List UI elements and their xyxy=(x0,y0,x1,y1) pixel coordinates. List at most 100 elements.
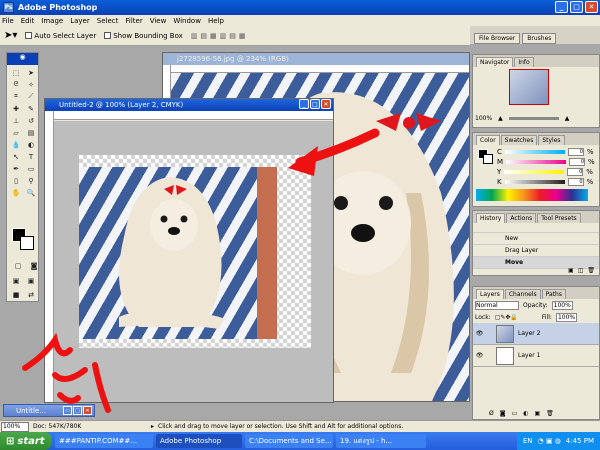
maximize-icon[interactable]: □ xyxy=(310,99,320,109)
imageready-icon[interactable]: ⇄ xyxy=(24,289,38,300)
auto-select-checkbox[interactable]: Auto Select Layer xyxy=(25,32,96,40)
blend-mode-select[interactable]: Normal xyxy=(475,300,519,310)
zoom-tool-icon[interactable]: 🔍 xyxy=(24,187,38,198)
quick-mask-icon[interactable]: ◙ xyxy=(27,260,41,271)
lock-icons[interactable]: ▢✎✥🔒 xyxy=(495,314,518,321)
eye-icon[interactable]: 👁 xyxy=(473,352,486,359)
tab-history[interactable]: History xyxy=(476,213,506,223)
new-document-icon[interactable]: ▣ xyxy=(568,267,574,274)
menu-window[interactable]: Window xyxy=(173,17,201,25)
fill-field[interactable]: 100% xyxy=(555,312,578,322)
taskbar-item-browser[interactable]: ###PANTIP.COM##... xyxy=(55,434,153,448)
new-layer-icon[interactable]: ▣ xyxy=(534,410,540,417)
navigator-thumbnail[interactable] xyxy=(509,69,549,105)
slider-y[interactable]: Y 0 % xyxy=(473,167,599,177)
screen-mode-standard-icon[interactable]: ▣ xyxy=(9,275,23,286)
trash-icon[interactable]: 🗑 xyxy=(587,267,595,274)
slice-tool-icon[interactable]: ⟋ xyxy=(24,91,38,102)
menu-filter[interactable]: Filter xyxy=(125,17,142,25)
tray-icons[interactable]: ◔ ▣ ◍ xyxy=(538,437,561,445)
minimize-icon[interactable]: _ xyxy=(555,1,568,13)
move-tool-icon[interactable]: ➤ xyxy=(24,67,38,78)
history-item[interactable]: Drag Layer xyxy=(473,245,599,257)
pen-tool-icon[interactable]: ✒ xyxy=(9,163,23,174)
move-tool-preset-icon[interactable]: ➤▾ xyxy=(4,30,17,41)
history-item[interactable]: New xyxy=(473,233,599,245)
standard-mode-icon[interactable]: ▢ xyxy=(11,260,25,271)
dodge-tool-icon[interactable]: ◐ xyxy=(24,139,38,150)
notes-tool-icon[interactable]: ▯ xyxy=(9,175,23,186)
close-icon[interactable]: ✕ xyxy=(585,1,598,13)
healing-brush-tool-icon[interactable]: ✚ xyxy=(9,103,23,114)
align-buttons[interactable]: ▥▤▦▥▤▦ xyxy=(191,32,249,40)
language-indicator[interactable]: EN xyxy=(523,437,533,445)
restore-icon[interactable]: ▭ xyxy=(63,406,72,415)
eye-icon[interactable]: 👁 xyxy=(473,330,486,337)
delete-layer-icon[interactable]: 🗑 xyxy=(546,410,554,417)
menu-file[interactable]: File xyxy=(2,17,14,25)
shape-tool-icon[interactable]: ▭ xyxy=(24,163,38,174)
adjustment-layer-icon[interactable]: ◐ xyxy=(523,410,528,417)
layer-mask-icon[interactable]: ◙ xyxy=(500,410,506,417)
document-title-bar[interactable]: j2728596-56.jpg @ 234% (RGB) xyxy=(163,53,469,65)
dog-photo-layer[interactable] xyxy=(79,167,277,339)
hand-tool-icon[interactable]: ✋ xyxy=(9,187,23,198)
screen-mode-black-icon[interactable]: ■ xyxy=(9,289,23,300)
menu-edit[interactable]: Edit xyxy=(21,17,35,25)
taskbar-item-photoshop[interactable]: Adobe Photoshop xyxy=(156,434,242,448)
tab-brushes[interactable]: Brushes xyxy=(522,33,557,44)
clone-stamp-tool-icon[interactable]: ⊥ xyxy=(9,115,23,126)
tab-tool-presets[interactable]: Tool Presets xyxy=(537,213,581,223)
slider-k[interactable]: K 0 % xyxy=(473,177,599,187)
path-selection-tool-icon[interactable]: ↖ xyxy=(9,151,23,162)
eyedropper-tool-icon[interactable]: ⚲ xyxy=(24,175,38,186)
tab-paths[interactable]: Paths xyxy=(541,289,566,299)
start-button[interactable]: ⊞ start xyxy=(0,432,52,450)
blur-tool-icon[interactable]: 💧 xyxy=(9,139,23,150)
status-arrow-icon[interactable]: ▸ xyxy=(151,423,154,430)
taskbar-item-explorer[interactable]: C:\Documents and Se... xyxy=(245,434,333,448)
type-tool-icon[interactable]: T xyxy=(24,151,38,162)
marquee-tool-icon[interactable]: ⬚ xyxy=(9,67,23,78)
opacity-field[interactable]: 100% xyxy=(551,300,573,310)
document-window-untitled-2[interactable]: Untitled-2 @ 100% (Layer 2, CMYK) _ □ ✕ xyxy=(44,98,334,403)
tab-layers[interactable]: Layers xyxy=(476,289,504,299)
lasso-tool-icon[interactable]: ᘓ xyxy=(9,79,23,90)
brush-tool-icon[interactable]: ✎ xyxy=(24,103,38,114)
menu-help[interactable]: Help xyxy=(208,17,224,25)
magic-wand-tool-icon[interactable]: ✧ xyxy=(24,79,38,90)
status-zoom-field[interactable]: 100% xyxy=(1,421,29,432)
tab-color[interactable]: Color xyxy=(476,135,500,145)
tab-info[interactable]: Info xyxy=(514,57,534,67)
menu-layer[interactable]: Layer xyxy=(70,17,90,25)
clock[interactable]: 4:45 PM xyxy=(566,437,594,445)
navigator-zoom[interactable]: 100% xyxy=(475,115,492,122)
color-bg-swatch[interactable] xyxy=(483,154,493,164)
history-brush-tool-icon[interactable]: ↺ xyxy=(24,115,38,126)
eraser-tool-icon[interactable]: ▱ xyxy=(9,127,23,138)
close-icon[interactable]: ✕ xyxy=(83,406,92,415)
new-snapshot-icon[interactable]: ◫ xyxy=(578,267,584,274)
taskbar-item-thai-page[interactable]: 19. แต่งรูป - h... xyxy=(336,434,426,448)
color-ramp[interactable] xyxy=(476,189,588,201)
background-color-swatch[interactable] xyxy=(20,236,34,250)
tab-swatches[interactable]: Swatches xyxy=(500,135,538,145)
layer-set-icon[interactable]: ▭ xyxy=(512,410,518,417)
gradient-tool-icon[interactable]: ▤ xyxy=(24,127,38,138)
status-doc-size[interactable]: Doc: 547K/780K xyxy=(33,423,151,430)
screen-mode-full-icon[interactable]: ▣ xyxy=(24,275,38,286)
tab-actions[interactable]: Actions xyxy=(506,213,537,223)
layer-row-layer-1[interactable]: 👁 Layer 1 xyxy=(473,345,599,367)
layer-style-icon[interactable]: Ø xyxy=(489,410,494,417)
history-snapshot[interactable] xyxy=(473,223,599,233)
layer-row-layer-2[interactable]: 👁 Layer 2 xyxy=(473,323,599,345)
document-title-bar-active[interactable]: Untitled-2 @ 100% (Layer 2, CMYK) _ □ ✕ xyxy=(45,99,333,111)
minimize-icon[interactable]: _ xyxy=(299,99,309,109)
minimized-document[interactable]: Untitle... ▭ □ ✕ xyxy=(3,404,95,417)
tab-file-browser[interactable]: File Browser xyxy=(474,33,521,44)
tab-navigator[interactable]: Navigator xyxy=(476,57,514,67)
tab-channels[interactable]: Channels xyxy=(504,289,541,299)
menu-select[interactable]: Select xyxy=(97,17,119,25)
zoom-slider[interactable] xyxy=(508,117,559,120)
maximize-icon[interactable]: □ xyxy=(73,406,82,415)
